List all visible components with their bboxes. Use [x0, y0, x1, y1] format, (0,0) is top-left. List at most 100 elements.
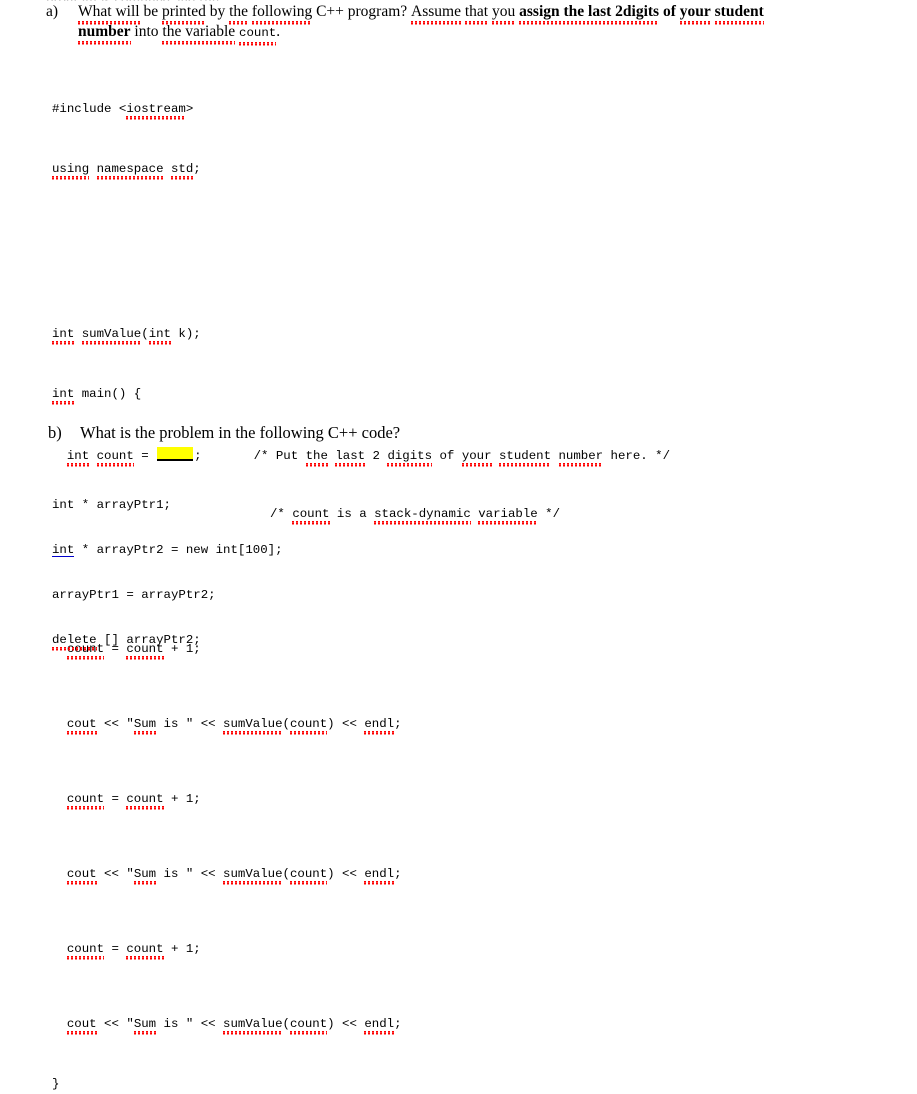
code-include-kw: #include <: [52, 102, 127, 116]
code-inc3-rhs: count: [126, 942, 164, 960]
q-a-l1-p2: be: [139, 3, 162, 20]
code-cout2-close: ) <<: [327, 867, 365, 881]
question-b-code-block: int * arrayPtr1; int * arrayPtr2 = new i…: [52, 468, 283, 663]
code-comment2-c: is a: [329, 507, 375, 521]
code-cout3-paren: (: [282, 1017, 290, 1031]
code-comment1-k: [551, 449, 558, 463]
q-a-l1-p4: by: [205, 3, 230, 20]
code-cout1-paren: (: [282, 717, 290, 731]
code-comment1-i: [492, 449, 499, 463]
code-cout2-sum: Sum: [133, 867, 157, 885]
code-cout1-close: ) <<: [327, 717, 365, 731]
code-main-int: int: [52, 387, 75, 405]
code-main-rest: main() {: [74, 387, 142, 401]
code-line-cout-2: cout << "Sum is " << sumValue(count) << …: [52, 867, 670, 882]
code-comment2-b: count: [292, 507, 330, 525]
code-comment2-e: [471, 507, 478, 521]
code-b-line-2-rest: * arrayPtr2 = new int[100];: [74, 543, 283, 557]
code-comment2-d: stack-dynamic: [374, 507, 471, 525]
question-a-text: What will be printed by the following C+…: [78, 2, 764, 43]
code-proto-paren: (: [141, 327, 149, 341]
code-line-count-inc-2: count = count + 1;: [52, 792, 670, 807]
q-a-l1-p7: following: [251, 2, 313, 25]
code-line-count-inc-3: count = count + 1;: [52, 942, 670, 957]
code-line-count-decl: int count = ; /* Put the last 2 digits of…: [52, 447, 671, 464]
code-cout2-fn: sumValue: [223, 867, 283, 885]
code-comment1-l: number: [558, 449, 604, 467]
code-using-sp1: [89, 162, 96, 176]
code-comment1-j: student: [499, 449, 552, 467]
code-inc3-indent: [52, 942, 67, 956]
code-cout2-cout: cout: [66, 867, 97, 885]
code-inc2-lhs: count: [66, 792, 105, 810]
code-cout3-sum: Sum: [133, 1017, 157, 1035]
student-number-blank-field[interactable]: [157, 447, 194, 461]
code-cout2-arg: count: [289, 867, 328, 885]
code-cout1-semi: ;: [394, 717, 402, 731]
code-cout1-is: is " <<: [156, 717, 224, 731]
code-cout3-semi: ;: [394, 1017, 402, 1031]
code-line-include: #include <iostream>: [52, 102, 670, 117]
code-inc2-rhs: count: [126, 792, 164, 810]
code-comment1-b: the: [305, 449, 328, 467]
q-a-l1-b1: assign the last 2: [519, 2, 623, 25]
code-proto-tail: k);: [171, 327, 201, 341]
code-comment1-d: last: [335, 449, 366, 467]
question-a-line-1: What will be printed by the following C+…: [78, 2, 764, 22]
q-a-l1-b3: of: [659, 3, 680, 20]
q-a-l1-p11: that: [464, 2, 489, 25]
code-using-semi: ;: [193, 162, 201, 176]
code-comment1-m: here. */: [603, 449, 671, 463]
code-b-line-4-rest: [] arrayPtr2;: [96, 633, 201, 647]
code-blank-line-1b: [52, 267, 670, 282]
code-proto-sp: [74, 327, 81, 341]
code-count-var: count: [96, 449, 134, 467]
code-cout3-close: ) <<: [327, 1017, 365, 1031]
code-b-line-4: delete [] arrayPtr2;: [52, 633, 283, 648]
code-cout3-is: is " <<: [156, 1017, 224, 1031]
code-include-close: >: [185, 102, 194, 116]
code-b-line-2: int * arrayPtr2 = new int[100];: [52, 543, 283, 558]
question-b-label: b): [48, 423, 62, 442]
code-proto-name: sumValue: [81, 327, 142, 345]
q-a-l1-b2: digits: [622, 2, 660, 25]
code-inc3-lhs: count: [66, 942, 105, 960]
code-cout2-paren: (: [282, 867, 290, 881]
q-a-l2-p1: into: [130, 23, 163, 40]
question-b-text: What is the problem in the following C++…: [80, 423, 401, 442]
code-cout3-cout: cout: [66, 1017, 97, 1035]
code-cout2-endl: endl: [364, 867, 395, 885]
code-cout3-arg: count: [289, 1017, 328, 1035]
code-cout1-fn: sumValue: [223, 717, 283, 735]
code-cout3-indent: [52, 1017, 67, 1031]
code-count-eq: =: [133, 449, 157, 463]
code-line-cout-3: cout << "Sum is " << sumValue(count) << …: [52, 1017, 670, 1032]
code-count-semi: ;: [194, 449, 202, 463]
code-inc3-tail: + 1;: [163, 942, 201, 956]
clipped-top-text: program is compiled and run: [46, 0, 346, 1]
code-b-line-3: arrayPtr1 = arrayPtr2;: [52, 588, 216, 602]
code-cout3-fn: sumValue: [223, 1017, 283, 1035]
code-cout1-cout: cout: [66, 717, 97, 735]
q-a-l2-end: .: [276, 23, 281, 40]
code-b-delete-kw: delete: [52, 633, 97, 651]
code-cout3-endl: endl: [364, 1017, 395, 1035]
document-page: { "document": { "background_color": "#ff…: [0, 0, 917, 1091]
code-comment2-g: */: [537, 507, 561, 521]
code-proto-param-int: int: [148, 327, 171, 345]
code-namespace-kw: namespace: [96, 162, 164, 180]
code-comment1-e: 2: [365, 449, 388, 463]
q-a-l1-p13: you: [492, 2, 516, 25]
code-proto-int: int: [52, 327, 75, 345]
code-inc3-eq: =: [104, 942, 127, 956]
q-a-l1-p8: C++ program?: [312, 3, 412, 20]
code-line-cout-1: cout << "Sum is " << sumValue(count) << …: [52, 717, 670, 732]
code-line-main-close-brace: }: [52, 1077, 60, 1091]
code-using-kw: using: [52, 162, 90, 180]
code-cout1-endl: endl: [364, 717, 395, 735]
q-a-l2-p2: the variable: [162, 22, 236, 45]
code-comment1-c: [328, 449, 335, 463]
code-count-indent: [52, 449, 67, 463]
q-a-l1-b6: student: [714, 2, 764, 25]
code-cout2-is: is " <<: [156, 867, 224, 881]
